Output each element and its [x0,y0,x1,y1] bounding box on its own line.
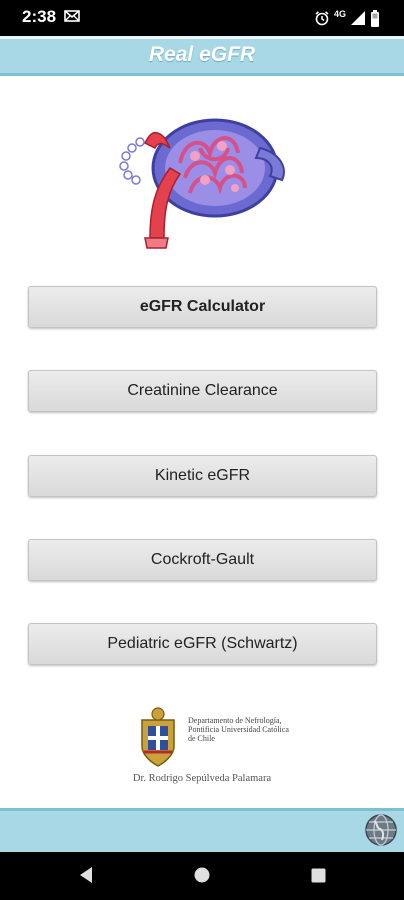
network-type: 4G [333,9,346,19]
status-icons: 4G [314,7,380,29]
home-icon[interactable] [194,867,210,883]
app-title: Real eGFR [148,43,256,66]
egfr-calculator-button[interactable]: eGFR Calculator [28,286,377,328]
back-icon[interactable] [78,866,94,884]
kidney-nephron-icon [110,108,295,253]
institution-text: Departamento de Nefrología, Pontificia U… [188,716,289,743]
cockroft-gault-button[interactable]: Cockroft-Gault [28,539,377,581]
alarm-icon [314,10,330,26]
creatinine-clearance-button[interactable]: Creatinine Clearance [28,370,377,412]
pediatric-egfr-button[interactable]: Pediatric eGFR (Schwartz) [28,623,377,665]
app-header: Real eGFR [0,36,404,76]
kinetic-egfr-button[interactable]: Kinetic eGFR [28,455,377,497]
recents-icon[interactable] [311,868,326,883]
footer-bar [0,808,404,852]
status-bar: 2:38 4G [0,0,404,36]
author-name: Dr. Rodrigo Sepúlveda Palamara [132,773,272,784]
mail-icon [64,8,80,24]
status-time: 2:38 [22,7,57,26]
globe-icon[interactable] [364,813,398,847]
signal-icon [350,10,366,26]
battery-icon [370,9,380,27]
university-seal-icon [136,706,180,768]
